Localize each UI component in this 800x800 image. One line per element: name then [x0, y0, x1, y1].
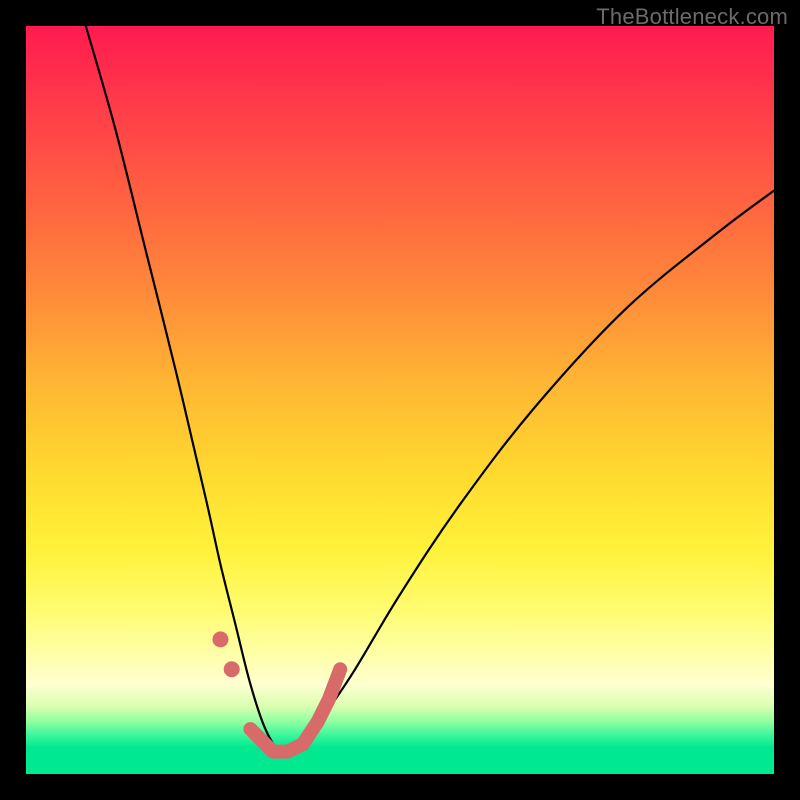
- watermark-text: TheBottleneck.com: [596, 4, 788, 30]
- curve-svg: [26, 26, 774, 774]
- plot-area: [26, 26, 774, 774]
- marker-dot: [224, 661, 240, 677]
- chart-frame: TheBottleneck.com: [0, 0, 800, 800]
- marker-group: [212, 631, 340, 751]
- marker-right-segment: [303, 669, 340, 744]
- bottleneck-curve: [86, 26, 774, 754]
- marker-valley-segment: [250, 729, 302, 752]
- marker-dot: [212, 631, 228, 647]
